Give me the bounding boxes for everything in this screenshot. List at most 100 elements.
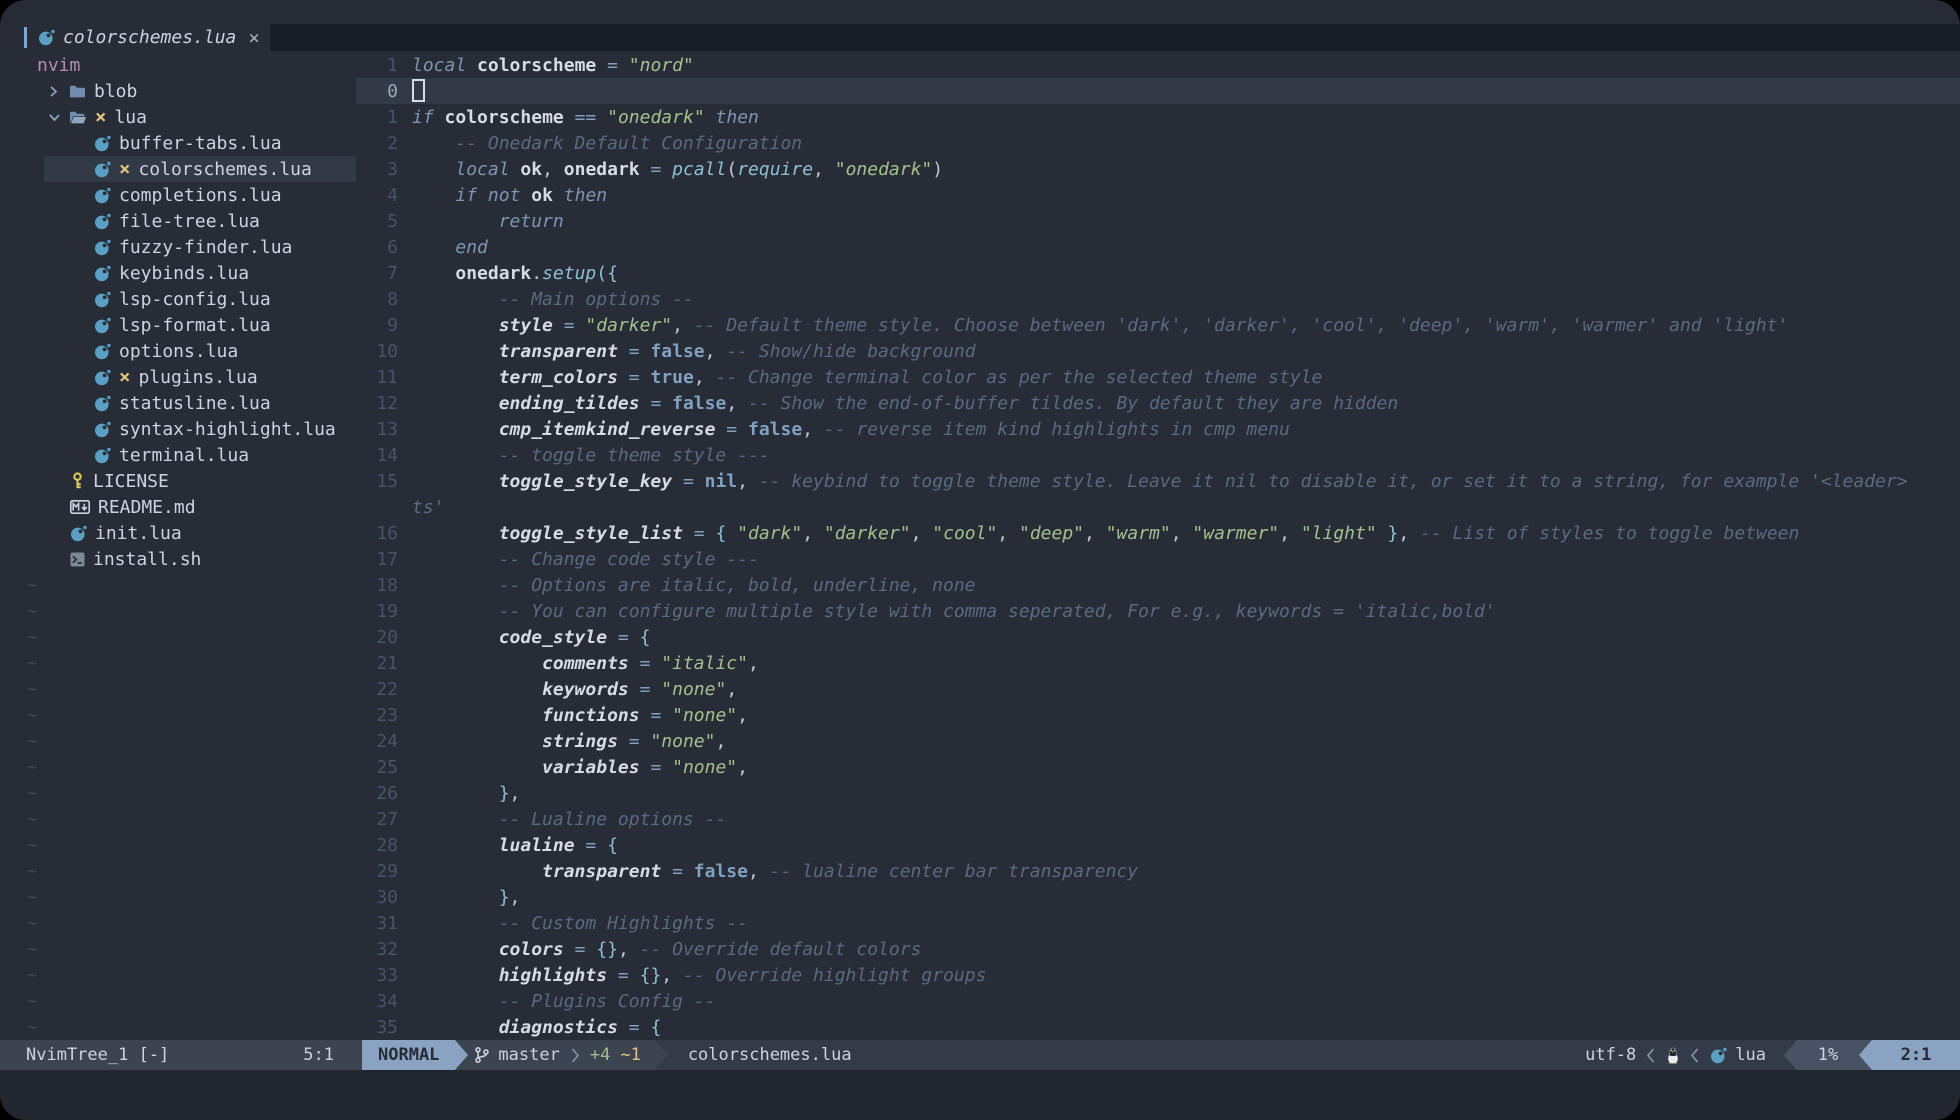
tree-item-options-lua[interactable]: options.lua [0,338,356,364]
tree-item-label: plugins.lua [138,367,257,388]
close-icon[interactable]: × [248,27,259,49]
code-line[interactable]: 35 diagnostics = { [356,1014,1960,1040]
code-line[interactable]: 7 onedark.setup({ [356,260,1960,286]
code-line[interactable]: 34 -- Plugins Config -- [356,988,1960,1014]
tree-item-license[interactable]: LICENSE [0,468,356,494]
line-number: 8 [356,289,398,310]
code-line[interactable]: 5 return [356,208,1960,234]
tree-item-lua[interactable]: ×lua [0,104,356,130]
line-number: 14 [356,445,398,466]
tab-title: colorschemes.lua [63,27,236,48]
code-line[interactable]: 23 functions = "none", [356,702,1960,728]
powerline-arrow [455,1040,468,1070]
tree-item-lsp-config-lua[interactable]: lsp-config.lua [0,286,356,312]
tree-item-nvim[interactable]: nvim [0,52,356,78]
chevron-left-icon [1646,1040,1656,1070]
empty-line-tilde: ~ [0,754,356,780]
line-number: 22 [356,679,398,700]
code-line[interactable]: 3 local ok, onedark = pcall(require, "on… [356,156,1960,182]
line-text: comments = "italic", [412,653,759,674]
chevron-down-icon[interactable] [48,112,62,123]
line-text: onedark.setup({ [412,263,618,284]
code-line[interactable]: 6 end [356,234,1960,260]
code-line[interactable]: 25 variables = "none", [356,754,1960,780]
code-line[interactable]: 21 comments = "italic", [356,650,1960,676]
tree-item-blob[interactable]: blob [0,78,356,104]
code-line[interactable]: 1if colorscheme == "onedark" then [356,104,1960,130]
line-text: toggle_style_list = { "dark", "darker", … [412,523,1799,544]
code-line[interactable]: 10 transparent = false, -- Show/hide bac… [356,338,1960,364]
code-line[interactable]: ts' [356,494,1960,520]
line-text: ts' [412,497,445,518]
tree-item-syntax-highlight-lua[interactable]: syntax-highlight.lua [0,416,356,442]
line-number: 26 [356,783,398,804]
code-line[interactable]: 8 -- Main options -- [356,286,1960,312]
code-line[interactable]: 14 -- toggle theme style --- [356,442,1960,468]
code-line[interactable]: 29 transparent = false, -- lualine cente… [356,858,1960,884]
line-number: 18 [356,575,398,596]
lua-icon [94,447,111,464]
line-number: 5 [356,211,398,232]
tree-item-plugins-lua[interactable]: ×plugins.lua [0,364,356,390]
line-number: 27 [356,809,398,830]
code-line-cursor[interactable]: 0 [356,78,1960,104]
line-text: -- You can configure multiple style with… [412,601,1496,622]
code-line[interactable]: 26 }, [356,780,1960,806]
tree-item-colorschemes-lua[interactable]: ×colorschemes.lua [0,156,356,182]
tabline: colorschemes.lua × [0,24,1960,51]
empty-line-tilde: ~ [0,962,356,988]
code-line[interactable]: 33 highlights = {}, -- Override highligh… [356,962,1960,988]
tree-item-statusline-lua[interactable]: statusline.lua [0,390,356,416]
code-line[interactable]: 13 cmp_itemkind_reverse = false, -- reve… [356,416,1960,442]
code-line[interactable]: 16 toggle_style_list = { "dark", "darker… [356,520,1960,546]
code-line[interactable]: 1local colorscheme = "nord" [356,52,1960,78]
code-line[interactable]: 11 term_colors = true, -- Change termina… [356,364,1960,390]
line-text: style = "darker", -- Default theme style… [412,315,1788,336]
code-line[interactable]: 2 -- Onedark Default Configuration [356,130,1960,156]
code-line[interactable]: 4 if not ok then [356,182,1960,208]
code-line[interactable]: 31 -- Custom Highlights -- [356,910,1960,936]
tree-item-completions-lua[interactable]: completions.lua [0,182,356,208]
command-line [0,1070,1960,1120]
folder-icon [69,84,86,99]
code-line[interactable]: 20 code_style = { [356,624,1960,650]
code-line[interactable]: 15 toggle_style_key = nil, -- keybind to… [356,468,1960,494]
line-text: end [412,237,488,258]
code-line[interactable]: 32 colors = {}, -- Override default colo… [356,936,1960,962]
terminal-window: colorschemes.lua × nvimblob×luabuffer-ta… [0,0,1960,1120]
tree-item-terminal-lua[interactable]: terminal.lua [0,442,356,468]
code-line[interactable]: 17 -- Change code style --- [356,546,1960,572]
code-line[interactable]: 18 -- Options are italic, bold, underlin… [356,572,1960,598]
lua-icon [94,161,111,178]
tree-item-install-sh[interactable]: install.sh [0,546,356,572]
code-line[interactable]: 27 -- Lualine options -- [356,806,1960,832]
git-added-count: +4 [590,1045,610,1065]
tree-item-init-lua[interactable]: init.lua [0,520,356,546]
tree-item-buffer-tabs-lua[interactable]: buffer-tabs.lua [0,130,356,156]
statusbar-window-segment: NvimTree_1 [-] 5:1 [0,1040,362,1070]
tree-item-fuzzy-finder-lua[interactable]: fuzzy-finder.lua [0,234,356,260]
code-line[interactable]: 28 lualine = { [356,832,1960,858]
chevron-right-icon[interactable] [48,85,62,98]
markdown-icon [70,500,90,514]
lua-icon [70,525,87,542]
lua-icon [94,187,111,204]
code-line[interactable]: 9 style = "darker", -- Default theme sty… [356,312,1960,338]
code-line[interactable]: 22 keywords = "none", [356,676,1960,702]
line-text: ending_tildes = false, -- Show the end-o… [412,393,1398,414]
code-line[interactable]: 30 }, [356,884,1960,910]
tree-item-label: lsp-format.lua [119,315,271,336]
tab-colorschemes[interactable]: colorschemes.lua × [0,24,270,51]
statusbar-spacer [872,1040,1586,1070]
code-line[interactable]: 12 ending_tildes = false, -- Show the en… [356,390,1960,416]
tree-item-readme-md[interactable]: README.md [0,494,356,520]
tree-item-file-tree-lua[interactable]: file-tree.lua [0,208,356,234]
tree-item-label: statusline.lua [119,393,271,414]
tree-item-keybinds-lua[interactable]: keybinds.lua [0,260,356,286]
line-text: colors = {}, -- Override default colors [412,939,921,960]
tree-item-lsp-format-lua[interactable]: lsp-format.lua [0,312,356,338]
line-number: 12 [356,393,398,414]
code-line[interactable]: 24 strings = "none", [356,728,1960,754]
tree-cursor-position: 5:1 [303,1045,334,1065]
code-line[interactable]: 19 -- You can configure multiple style w… [356,598,1960,624]
